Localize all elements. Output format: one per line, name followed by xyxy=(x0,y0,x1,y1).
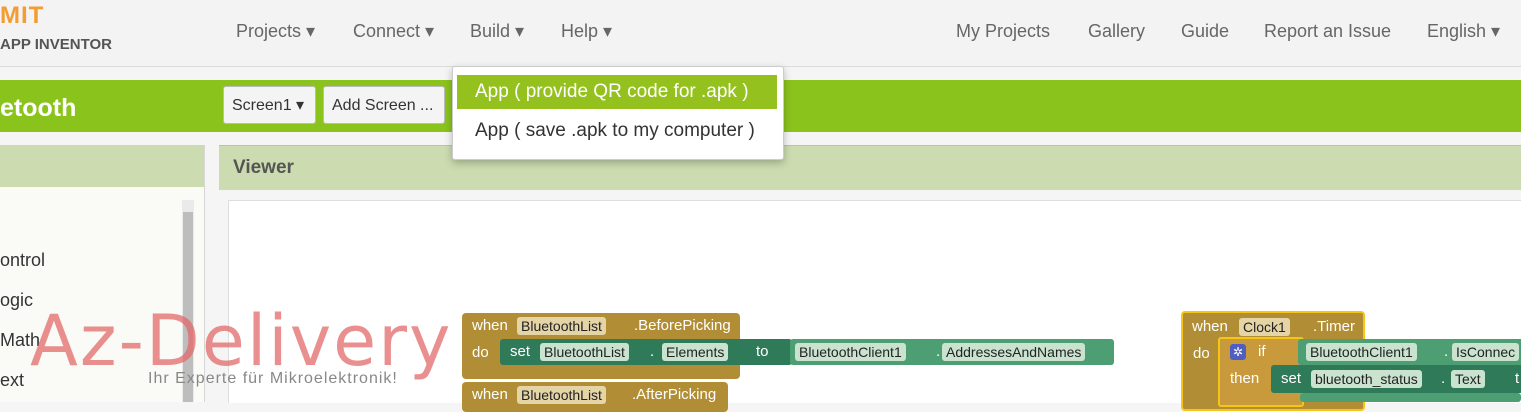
screen-select-button[interactable]: Screen1 ▾ xyxy=(223,86,316,124)
nav-help[interactable]: Help ▾ xyxy=(561,21,612,42)
component-dropdown[interactable]: BluetoothList xyxy=(517,386,606,404)
event-name-label: .Timer xyxy=(1313,318,1355,335)
set-label: set xyxy=(510,343,531,360)
block-when-label: when xyxy=(472,386,508,403)
set-property-dropdown[interactable]: Text xyxy=(1451,370,1485,388)
cond-property-dropdown[interactable]: IsConnec xyxy=(1452,343,1520,361)
build-dropdown-menu: App ( provide QR code for .apk ) App ( s… xyxy=(452,66,784,160)
get-block-is-connected[interactable]: BluetoothClient1 . IsConnec xyxy=(1298,339,1521,365)
mutator-gear-icon[interactable]: ✲ xyxy=(1230,344,1246,360)
palette-item-text[interactable]: ext xyxy=(0,370,24,391)
menu-item-build-qr[interactable]: App ( provide QR code for .apk ) xyxy=(457,75,777,109)
logo-app-inventor[interactable]: APP INVENTOR xyxy=(0,36,112,53)
if-label: if xyxy=(1258,343,1266,360)
viewer-header xyxy=(219,145,1521,190)
set-label: set xyxy=(1281,370,1302,387)
component-dropdown[interactable]: BluetoothList xyxy=(517,317,606,335)
to-label: t xyxy=(1515,370,1520,387)
nav-connect[interactable]: Connect ▾ xyxy=(353,21,434,42)
get-component-dropdown[interactable]: BluetoothClient1 xyxy=(795,343,906,361)
nav-my-projects[interactable]: My Projects xyxy=(956,21,1050,42)
nav-build[interactable]: Build ▾ xyxy=(470,21,524,42)
dot-label: . xyxy=(936,343,941,360)
component-dropdown[interactable]: Clock1 xyxy=(1239,318,1290,336)
set-block-elements[interactable]: set BluetoothList . Elements to xyxy=(500,339,792,365)
event-name-label: .AfterPicking xyxy=(632,386,717,403)
nav-language[interactable]: English ▾ xyxy=(1427,21,1500,42)
to-label: to xyxy=(756,343,769,360)
nav-projects[interactable]: Projects ▾ xyxy=(236,21,315,42)
set-component-dropdown[interactable]: BluetoothList xyxy=(540,343,629,361)
watermark-tagline: Ihr Experte für Mikroelektronik! xyxy=(148,370,398,387)
get-block-addresses[interactable]: BluetoothClient1 . AddressesAndNames xyxy=(790,339,1114,365)
nav-report-issue[interactable]: Report an Issue xyxy=(1264,21,1391,42)
dot-label: . xyxy=(1444,343,1449,360)
block-do-label: do xyxy=(1193,345,1210,362)
palette-header xyxy=(0,145,204,187)
nested-get-block[interactable] xyxy=(1300,393,1521,402)
add-screen-button[interactable]: Add Screen ... xyxy=(323,86,445,124)
palette-item-control[interactable]: ontrol xyxy=(0,250,45,271)
event-block-after-picking[interactable]: when BluetoothList .AfterPicking xyxy=(462,382,728,412)
get-property-dropdown[interactable]: AddressesAndNames xyxy=(942,343,1086,361)
dot-label: . xyxy=(1441,370,1446,387)
then-label: then xyxy=(1230,370,1260,387)
viewer-title: Viewer xyxy=(233,157,294,178)
dot-label: . xyxy=(650,343,655,360)
block-do-label: do xyxy=(472,344,489,361)
logo-mit[interactable]: MIT xyxy=(0,2,44,30)
event-name-label: .BeforePicking xyxy=(634,317,731,334)
cond-component-dropdown[interactable]: BluetoothClient1 xyxy=(1306,343,1417,361)
block-when-label: when xyxy=(1192,318,1228,335)
palette-item-logic[interactable]: ogic xyxy=(0,290,33,311)
block-when-label: when xyxy=(472,317,508,334)
nav-guide[interactable]: Guide xyxy=(1181,21,1229,42)
menu-item-build-save-apk[interactable]: App ( save .apk to my computer ) xyxy=(457,114,777,148)
project-title: etooth xyxy=(0,94,77,122)
property-dropdown[interactable]: Elements xyxy=(662,343,729,361)
nav-gallery[interactable]: Gallery xyxy=(1088,21,1145,42)
set-block-status-text[interactable]: set bluetooth_status . Text t xyxy=(1271,365,1521,393)
set-component-dropdown[interactable]: bluetooth_status xyxy=(1311,370,1422,388)
